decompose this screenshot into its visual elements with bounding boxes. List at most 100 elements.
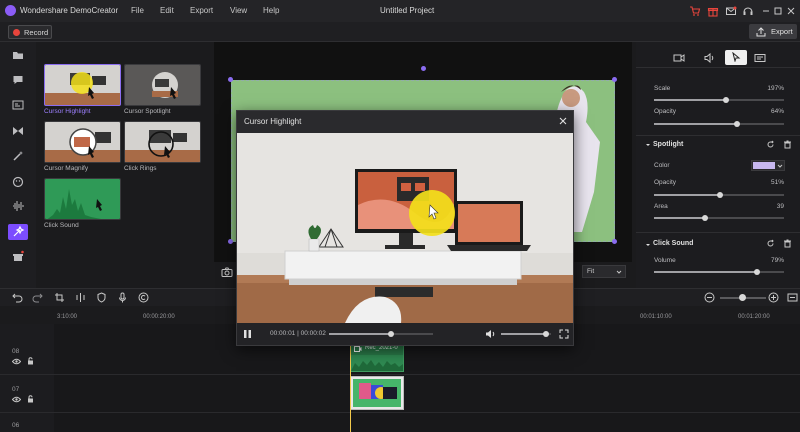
- track-divider: [0, 374, 800, 375]
- reset-icon[interactable]: [766, 140, 775, 149]
- resize-handle[interactable]: [612, 239, 617, 244]
- undo-icon[interactable]: [12, 292, 23, 303]
- menu-file[interactable]: File: [131, 6, 144, 15]
- area-value: 39: [776, 203, 784, 210]
- resize-handle[interactable]: [228, 239, 233, 244]
- cursor-effects-tab[interactable]: [8, 224, 28, 240]
- rotate-handle[interactable]: [421, 66, 426, 71]
- menu-export[interactable]: Export: [190, 6, 213, 15]
- scale-slider[interactable]: [654, 99, 784, 101]
- spotlight-opacity-value: 51%: [770, 179, 784, 186]
- record-label: Record: [24, 28, 49, 37]
- volume-label: Volume: [654, 257, 676, 264]
- recording-clip[interactable]: Rec_2021-0: [350, 344, 404, 372]
- sticker-icon[interactable]: [12, 176, 24, 188]
- slider-knob[interactable]: [734, 121, 741, 127]
- audio-tab-icon[interactable]: [703, 52, 715, 64]
- effect-click-rings[interactable]: [124, 121, 201, 163]
- record-button[interactable]: Record: [8, 25, 52, 39]
- export-button[interactable]: Export: [749, 24, 797, 39]
- close-icon[interactable]: [785, 5, 797, 17]
- headset-icon[interactable]: [742, 5, 754, 17]
- eye-icon[interactable]: [12, 396, 21, 403]
- slider-knob[interactable]: [753, 269, 760, 275]
- area-slider[interactable]: [654, 217, 784, 219]
- caption-tab-icon[interactable]: [754, 52, 766, 64]
- color-label: Color: [654, 162, 670, 169]
- caption-icon[interactable]: [12, 99, 24, 111]
- zoom-out-icon[interactable]: [704, 292, 715, 303]
- effect-label: Cursor Magnify: [44, 165, 89, 172]
- clip-type-icon: [354, 346, 362, 352]
- effect-cursor-magnify[interactable]: [44, 121, 121, 163]
- pause-icon[interactable]: [243, 329, 252, 339]
- delete-icon[interactable]: [783, 239, 792, 248]
- video-tab-icon[interactable]: [673, 52, 685, 64]
- track-headers: [0, 324, 54, 432]
- effect-cursor-highlight[interactable]: [44, 64, 121, 106]
- resize-handle[interactable]: [612, 77, 617, 82]
- zoom-in-icon[interactable]: [768, 292, 779, 303]
- chevron-down-icon: [777, 163, 783, 169]
- timeline-zoom-knob[interactable]: [739, 294, 746, 301]
- annotation-icon[interactable]: [12, 74, 24, 86]
- copyright-icon[interactable]: [138, 292, 149, 303]
- video-clip[interactable]: [350, 376, 404, 410]
- folder-icon[interactable]: [12, 49, 24, 61]
- effect-label: Cursor Spotlight: [124, 108, 171, 115]
- player-controls: 00:00:01 | 00:00:02: [237, 323, 573, 345]
- transition-icon[interactable]: [12, 125, 24, 137]
- menu-edit[interactable]: Edit: [160, 6, 174, 15]
- audio-icon[interactable]: [12, 200, 24, 212]
- seek-bar[interactable]: [329, 333, 433, 335]
- slider-knob[interactable]: [701, 215, 708, 221]
- menu-help[interactable]: Help: [263, 6, 279, 15]
- gift-icon[interactable]: [707, 5, 719, 17]
- cursor-tab-icon: [731, 52, 741, 62]
- color-picker[interactable]: [751, 160, 785, 171]
- seek-knob[interactable]: [388, 331, 395, 337]
- volume-knob[interactable]: [543, 331, 549, 337]
- store-icon[interactable]: [12, 250, 24, 262]
- crop-icon[interactable]: [54, 292, 65, 303]
- shield-icon[interactable]: [96, 292, 107, 303]
- redo-icon[interactable]: [32, 292, 43, 303]
- reset-icon[interactable]: [766, 239, 775, 248]
- split-icon[interactable]: [75, 292, 86, 303]
- mail-icon[interactable]: [725, 5, 737, 17]
- cart-icon[interactable]: [689, 5, 701, 17]
- eye-icon[interactable]: [12, 358, 21, 365]
- cursor-tab[interactable]: [725, 50, 747, 65]
- delete-icon[interactable]: [783, 140, 792, 149]
- effect-click-sound[interactable]: [44, 178, 121, 220]
- opacity-slider[interactable]: [654, 123, 784, 125]
- ruler-tick-label: 00:00:20:00: [143, 314, 175, 320]
- effect-cursor-spotlight[interactable]: [124, 64, 201, 106]
- fit-timeline-icon[interactable]: [787, 292, 798, 303]
- property-tabs: [636, 48, 800, 68]
- effects-wand-icon[interactable]: [12, 150, 24, 162]
- slider-knob[interactable]: [722, 97, 729, 103]
- microphone-icon[interactable]: [117, 292, 128, 303]
- lock-icon[interactable]: [27, 395, 34, 403]
- track-divider: [0, 412, 800, 413]
- spotlight-section-title: Spotlight: [653, 141, 684, 148]
- zoom-select[interactable]: Fit: [582, 265, 626, 278]
- fullscreen-icon[interactable]: [559, 329, 569, 339]
- dialog-close-icon[interactable]: [557, 115, 569, 127]
- preview-video[interactable]: [237, 133, 573, 323]
- maximize-icon[interactable]: [772, 5, 784, 17]
- lock-icon[interactable]: [27, 357, 34, 365]
- menu-view[interactable]: View: [230, 6, 247, 15]
- minimize-icon[interactable]: [760, 5, 772, 17]
- volume-value: 79%: [770, 257, 784, 264]
- spotlight-opacity-label: Opacity: [654, 179, 677, 186]
- volume-slider[interactable]: [654, 271, 784, 273]
- camera-icon[interactable]: [221, 266, 233, 278]
- volume-icon[interactable]: [485, 329, 496, 339]
- scale-value: 197%: [767, 85, 784, 92]
- collapse-icon[interactable]: [645, 142, 651, 148]
- slider-knob[interactable]: [717, 192, 724, 198]
- collapse-icon[interactable]: [645, 242, 651, 248]
- resize-handle[interactable]: [228, 77, 233, 82]
